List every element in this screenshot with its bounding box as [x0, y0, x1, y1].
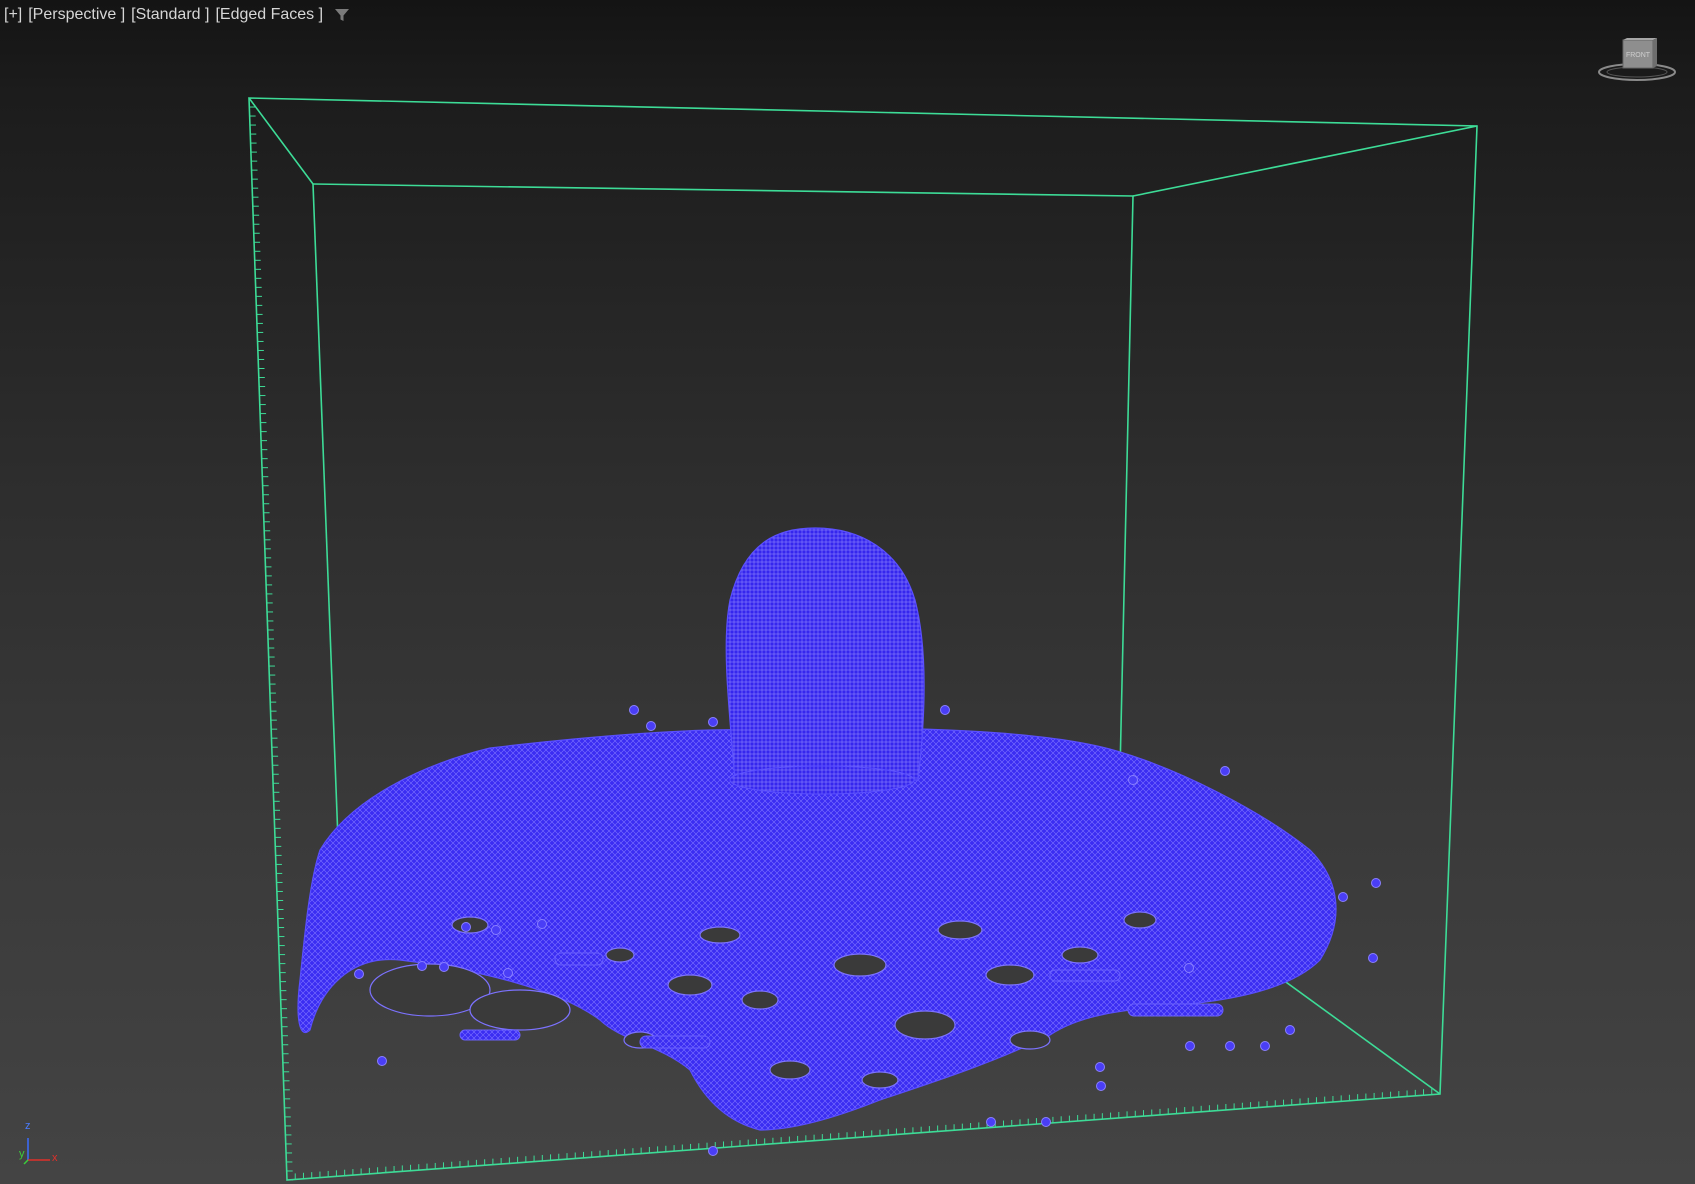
viewcube-face-label: FRONT [1626, 52, 1651, 59]
perspective-viewport[interactable]: [+] [Perspective ] [Standard ] [Edged Fa… [0, 0, 1695, 1184]
axis-x-label: x [52, 1152, 58, 1164]
viewport-label-bar: [+] [Perspective ] [Standard ] [Edged Fa… [4, 6, 351, 24]
filter-icon[interactable] [333, 6, 351, 24]
viewport-point-of-view[interactable]: [Perspective ] [28, 6, 125, 24]
axis-z-label: z [25, 1120, 31, 1132]
viewport-menu-plus[interactable]: [+] [4, 6, 22, 24]
scene-canvas[interactable] [0, 0, 1695, 1184]
viewport-edged-faces[interactable]: [Edged Faces ] [215, 6, 323, 24]
axis-tripod: z y x [16, 1120, 62, 1166]
viewcube[interactable]: FRONT [1597, 38, 1677, 86]
fluid-mesh[interactable] [297, 527, 1381, 1156]
viewport-shading-standard[interactable]: [Standard ] [131, 6, 209, 24]
axis-y-label: y [19, 1148, 25, 1160]
